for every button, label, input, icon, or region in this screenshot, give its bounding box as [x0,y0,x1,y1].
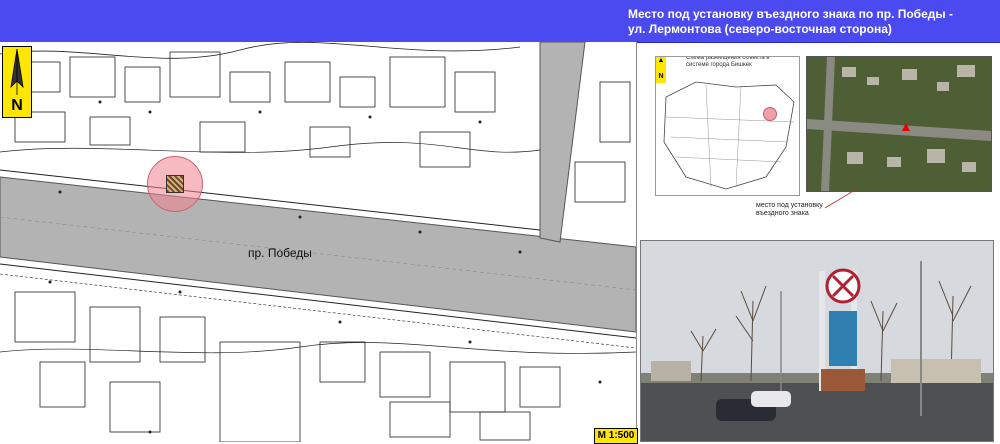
site-marker-icon [902,123,910,131]
title-line-1: Место под установку въездного знака по п… [628,7,953,21]
mini-north-label: N [658,73,664,80]
north-arrow-icon [10,48,24,95]
city-outline [663,81,795,190]
sign-site-hatch [166,175,184,193]
satellite-drawing [807,57,991,191]
header-bar: Место под установку въездного знака по п… [0,0,1000,43]
street-label: пр. Победы [248,246,312,260]
north-label: N [11,97,23,114]
north-arrow-icon: ▲ [657,57,665,64]
satellite-inset[interactable] [806,56,992,192]
title-line-2: ул. Лермонтова (северо-восточная сторона… [628,22,892,36]
page-title: Место под установку въездного знака по п… [628,7,988,37]
main-topographic-map[interactable]: пр. Победы [0,42,637,442]
mini-north-arrow: ▲ N [656,57,666,83]
city-location-pin [763,107,777,121]
site-callout-label: место под установку въездного знака [756,202,823,217]
site-photo[interactable] [640,240,994,442]
north-arrow: N [2,46,32,118]
photo-drawing [641,241,993,441]
city-overview-inset[interactable]: ▲ N Схема размещения объекта в системе г… [655,56,800,196]
inset-caption: Схема размещения объекта в системе город… [686,56,770,68]
map-drawing [0,42,636,442]
